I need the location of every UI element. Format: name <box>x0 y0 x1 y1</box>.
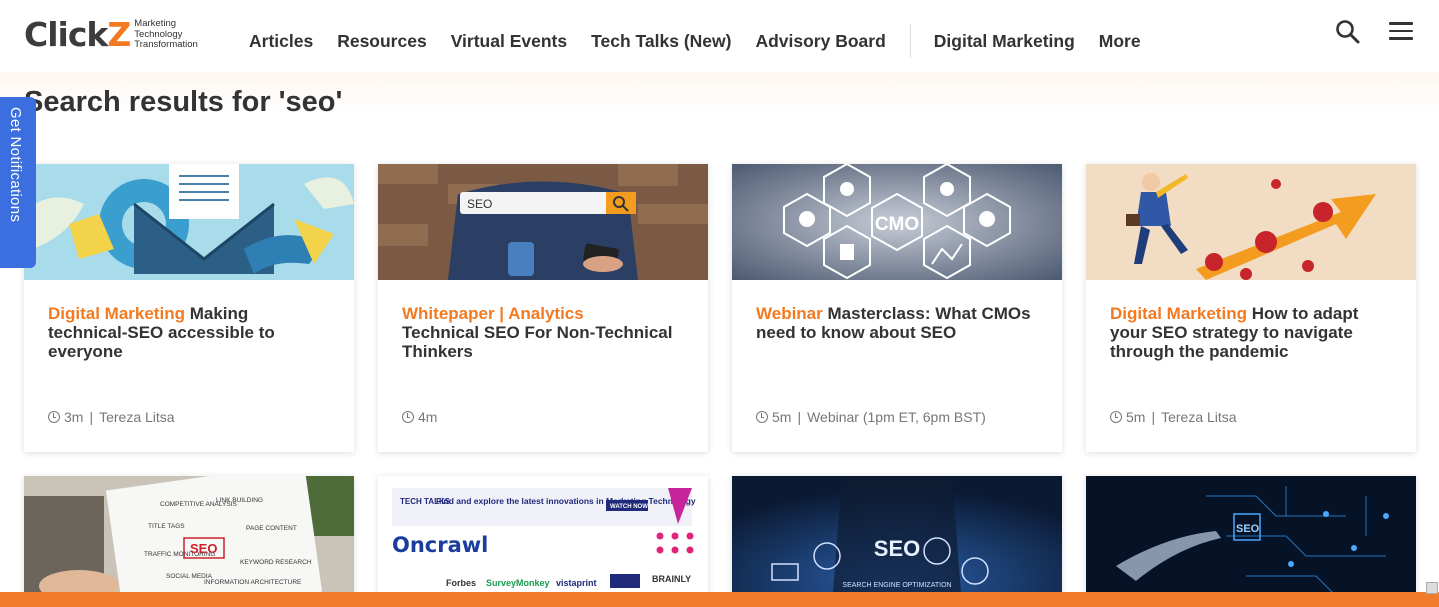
result-card[interactable]: SEO <box>1086 476 1416 606</box>
result-card[interactable]: Digital Marketing Making technical-SEO a… <box>24 164 354 452</box>
card-thumbnail: COMPETITIVE ANALYSIS LINK BUILDING TITLE… <box>24 476 354 606</box>
svg-text:vistaprint: vistaprint <box>556 578 597 588</box>
card-meta: 5m | Tereza Litsa <box>1110 409 1237 425</box>
card-category[interactable]: Digital Marketing <box>48 304 185 323</box>
clock-icon <box>756 411 768 423</box>
result-card[interactable]: COMPETITIVE ANALYSIS LINK BUILDING TITLE… <box>24 476 354 606</box>
main-nav: Articles Resources Virtual Events Tech T… <box>249 24 1165 58</box>
hamburger-menu-icon[interactable] <box>1389 22 1413 42</box>
card-meta: 4m <box>402 409 437 425</box>
svg-text:SEARCH ENGINE OPTIMIZATION: SEARCH ENGINE OPTIMIZATION <box>842 582 951 589</box>
svg-text:PAGE CONTENT: PAGE CONTENT <box>246 525 297 532</box>
card-category[interactable]: Digital Marketing <box>1110 304 1247 323</box>
result-card[interactable]: TECH TALKS Find and explore the latest i… <box>378 476 708 606</box>
svg-text:SEO: SEO <box>1236 523 1260 535</box>
card-category[interactable]: Whitepaper | Analytics <box>402 304 684 323</box>
svg-text:CMO: CMO <box>875 214 919 235</box>
card-title[interactable]: Digital Marketing How to adapt your SEO … <box>1110 304 1392 361</box>
card-thumbnail <box>24 164 354 280</box>
svg-text:INFORMATION ARCHITECTURE: INFORMATION ARCHITECTURE <box>204 579 302 586</box>
svg-text:SurveyMonkey: SurveyMonkey <box>486 578 550 588</box>
card-thumbnail: SEO SEARCH ENGINE OPTIMIZATION <box>732 476 1062 606</box>
svg-text:KEYWORD RESEARCH: KEYWORD RESEARCH <box>240 559 312 566</box>
expand-icon[interactable] <box>1426 582 1438 594</box>
card-meta: 5m | Webinar (1pm ET, 6pm BST) <box>756 409 986 425</box>
result-card[interactable]: CMO Webinar Masterclass: What CMOs need … <box>732 164 1062 452</box>
svg-text:Forbes: Forbes <box>446 578 476 588</box>
svg-text:Find and explore the latest in: Find and explore the latest innovations … <box>436 496 696 506</box>
logo-tagline: Marketing Technology Transformation <box>134 18 198 51</box>
card-author: Tereza Litsa <box>1161 409 1237 425</box>
card-meta: 3m | Tereza Litsa <box>48 409 175 425</box>
nav-digital-marketing[interactable]: Digital Marketing <box>934 30 1075 52</box>
nav-virtual-events[interactable]: Virtual Events <box>451 30 567 52</box>
nav-advisory-board[interactable]: Advisory Board <box>755 30 885 52</box>
nav-articles[interactable]: Articles <box>249 30 313 52</box>
card-thumbnail: SEO <box>378 164 708 280</box>
card-title[interactable]: Webinar Masterclass: What CMOs need to k… <box>756 304 1038 342</box>
clickz-logo[interactable]: ClickZ Marketing Technology Transformati… <box>24 18 198 52</box>
get-notifications-tab[interactable]: Get Notifications <box>0 97 36 268</box>
card-body: Webinar Masterclass: What CMOs need to k… <box>732 280 1062 452</box>
card-body: Digital Marketing How to adapt your SEO … <box>1086 280 1416 452</box>
card-category[interactable]: Webinar <box>756 304 823 323</box>
card-thumbnail <box>1086 164 1416 280</box>
card-thumbnail: TECH TALKS Find and explore the latest i… <box>378 476 708 606</box>
svg-text:SEO: SEO <box>190 541 217 556</box>
card-title[interactable]: Digital Marketing Making technical-SEO a… <box>48 304 330 361</box>
result-card[interactable]: SEO SEARCH ENGINE OPTIMIZATION <box>732 476 1062 606</box>
logo-wordmark: ClickZ <box>24 15 131 54</box>
svg-text:LINK BUILDING: LINK BUILDING <box>216 497 263 504</box>
site-header: ClickZ Marketing Technology Transformati… <box>0 0 1439 72</box>
svg-text:SEO: SEO <box>467 197 492 211</box>
svg-text:BRAINLY: BRAINLY <box>652 574 691 584</box>
card-thumbnail: CMO <box>732 164 1062 280</box>
svg-text:WATCH NOW: WATCH NOW <box>610 504 648 510</box>
clock-icon <box>1110 411 1122 423</box>
page-title: Search results for 'seo' <box>24 86 343 118</box>
nav-resources[interactable]: Resources <box>337 30 427 52</box>
card-thumbnail: SEO <box>1086 476 1416 606</box>
svg-text:Oncrawl: Oncrawl <box>392 533 488 557</box>
nav-more[interactable]: More <box>1099 30 1141 52</box>
search-icon[interactable] <box>1335 19 1361 45</box>
clock-icon <box>402 411 414 423</box>
card-body: Digital Marketing Making technical-SEO a… <box>24 280 354 452</box>
bottom-bar <box>0 592 1439 607</box>
svg-text:SEO: SEO <box>874 536 920 561</box>
card-author: Webinar (1pm ET, 6pm BST) <box>807 409 986 425</box>
svg-text:TITLE TAGS: TITLE TAGS <box>148 523 185 530</box>
nav-divider <box>909 24 911 58</box>
result-card[interactable]: SEO Whitepaper | Analytics Technical SEO … <box>378 164 708 452</box>
card-body: Whitepaper | Analytics Technical SEO For … <box>378 280 708 452</box>
card-title[interactable]: Whitepaper | Analytics Technical SEO For … <box>402 304 684 361</box>
clock-icon <box>48 411 60 423</box>
result-card[interactable]: Digital Marketing How to adapt your SEO … <box>1086 164 1416 452</box>
nav-tech-talks[interactable]: Tech Talks (New) <box>591 30 731 52</box>
card-author: Tereza Litsa <box>99 409 175 425</box>
